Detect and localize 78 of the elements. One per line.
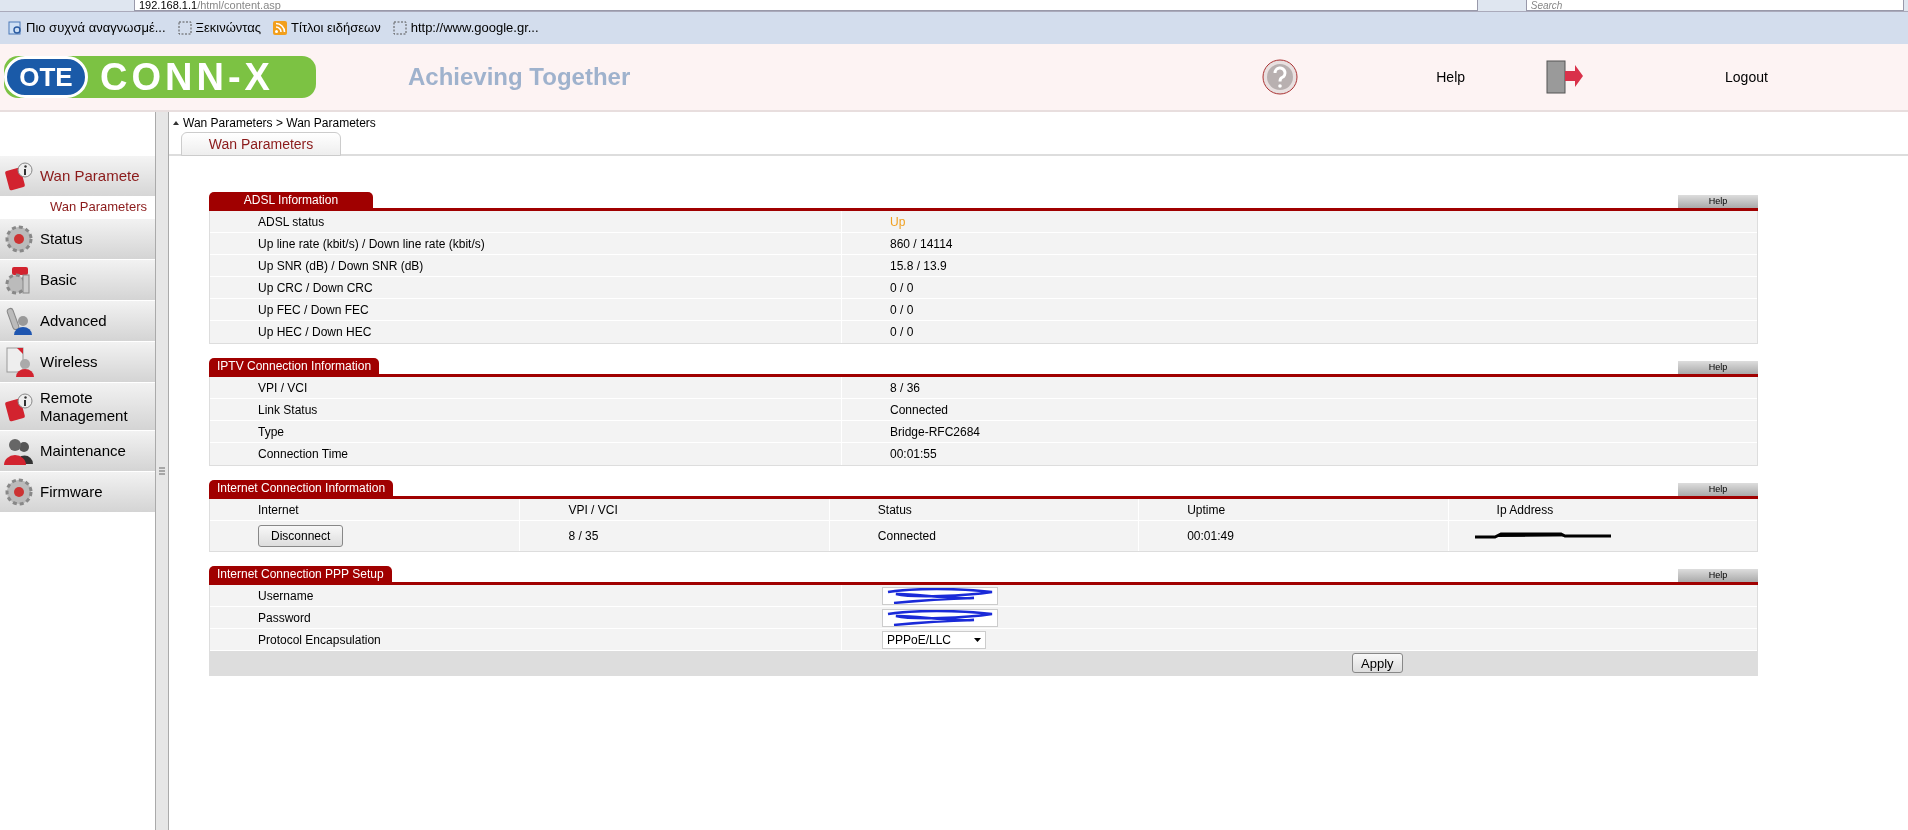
help-link[interactable]: Help — [1436, 66, 1466, 88]
tab[interactable]: Wan Parameters — [181, 132, 341, 156]
help-button[interactable]: Help — [1678, 195, 1758, 208]
section-title: IPTV Connection Information — [209, 358, 380, 374]
row-value: 860 / 14114 — [889, 236, 954, 253]
rss-icon — [273, 21, 288, 35]
sidebar-item[interactable]: Firmware — [0, 472, 155, 513]
row-label: Up SNR (dB) / Down SNR (dB) — [210, 255, 842, 277]
sidebar-item[interactable]: Maintenance — [0, 431, 155, 472]
row-value: 15.8 / 13.9 — [889, 258, 948, 275]
column-header: Internet — [257, 502, 300, 519]
table-cell: 00:01:49 — [1138, 521, 1448, 551]
page-icon — [392, 21, 407, 35]
table-cell: 8 / 35 — [519, 521, 829, 551]
caret-down-icon — [974, 638, 981, 642]
sidebar-item[interactable]: Wan Paramete — [0, 156, 155, 197]
row-label: VPI / VCI — [210, 377, 842, 399]
section-title: ADSL Information — [209, 192, 373, 208]
column-header: VPI / VCI — [519, 499, 829, 521]
help-icon — [1262, 59, 1299, 95]
row-label: Connection Time — [210, 443, 842, 465]
encapsulation-dropdown[interactable]: PPPoE/LLC — [882, 631, 986, 649]
disconnect-button[interactable]: Disconnect — [258, 525, 344, 547]
page-icon — [177, 21, 192, 35]
row-value: Bridge-RFC2684 — [889, 424, 982, 441]
row-label: Password — [210, 607, 842, 629]
caret-up-icon — [173, 121, 179, 125]
row-value: 0 / 0 — [889, 302, 915, 319]
document-user-icon — [4, 347, 34, 377]
sidebar-item[interactable]: Remote Management — [0, 383, 155, 431]
column-header: Status — [828, 499, 1139, 521]
gear-icon — [4, 224, 34, 254]
logout-link[interactable]: Logout — [1725, 66, 1768, 88]
page-icon — [8, 21, 22, 35]
bookmark-link[interactable]: http://www.google.gr... — [392, 18, 539, 38]
url-field[interactable]: 192.168.1.1/html/content.asp — [134, 0, 1478, 11]
search-field[interactable]: Search — [1525, 0, 1904, 11]
info-card-icon — [4, 391, 34, 422]
row-label: Type — [210, 421, 842, 443]
slogan-text: Achieving Together — [408, 62, 631, 92]
splitter-handle[interactable] — [155, 112, 169, 830]
row-value: 0 / 0 — [889, 324, 915, 341]
grip-icon — [159, 467, 165, 475]
table-cell: Connected — [828, 521, 1139, 551]
help-button[interactable]: Help — [1678, 361, 1758, 374]
gear-icon — [4, 477, 34, 507]
row-value: Connected — [889, 402, 950, 419]
info-card-icon — [4, 161, 34, 191]
users-icon — [4, 436, 34, 466]
row-label: Username — [210, 585, 842, 607]
help-button[interactable]: Help — [1678, 483, 1758, 496]
row-label: Up FEC / Down FEC — [210, 299, 842, 321]
bookmark-link[interactable]: Πιο συχνά αναγνωσμέ... — [8, 18, 166, 38]
apply-button[interactable]: Apply — [1352, 653, 1403, 673]
column-header: Ip Address — [1447, 499, 1757, 521]
sidebar-item[interactable]: Basic — [0, 260, 155, 301]
row-value: 0 / 0 — [889, 280, 915, 297]
sidebar-item[interactable]: Status — [0, 219, 155, 260]
bookmark-link[interactable]: Τίτλοι ειδήσεων — [273, 18, 381, 38]
row-label: Up HEC / Down HEC — [210, 321, 842, 343]
row-value: Up — [889, 214, 907, 231]
row-label: Link Status — [210, 399, 842, 421]
help-button[interactable]: Help — [1678, 569, 1758, 582]
logo: OTE CONN-X — [4, 56, 316, 98]
user-wrench-icon — [4, 306, 34, 336]
row-label: ADSL status — [210, 211, 842, 233]
row-label: Up line rate (kbit/s) / Down line rate (kbit/s) — [210, 233, 842, 255]
section-title: Internet Connection PPP Setup — [209, 566, 392, 582]
column-header: Uptime — [1138, 499, 1448, 521]
breadcrumb-text: Wan Parameters > Wan Parameters — [183, 115, 376, 132]
section-title: Internet Connection Information — [209, 480, 394, 496]
door-exit-icon — [1545, 59, 1586, 95]
sidebar-item[interactable]: Advanced — [0, 301, 155, 342]
row-value: 8 / 36 — [889, 380, 922, 397]
row-value: 00:01:55 — [889, 446, 938, 463]
bookmark-link[interactable]: Ξεκινώντας — [177, 18, 262, 38]
row-label: Up CRC / Down CRC — [210, 277, 842, 299]
sidebar-item[interactable]: Wireless — [0, 342, 155, 383]
